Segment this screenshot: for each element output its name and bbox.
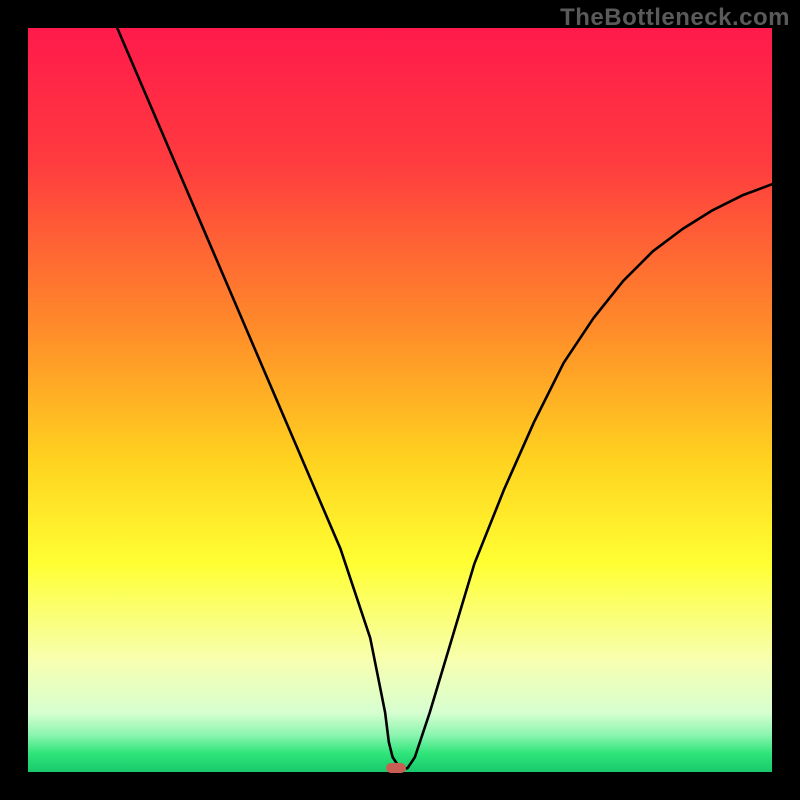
optimal-point-marker [386,763,406,773]
gradient-background [28,28,772,772]
watermark-text: TheBottleneck.com [560,4,790,32]
bottleneck-chart [28,28,772,772]
chart-frame: TheBottleneck.com [0,0,800,800]
